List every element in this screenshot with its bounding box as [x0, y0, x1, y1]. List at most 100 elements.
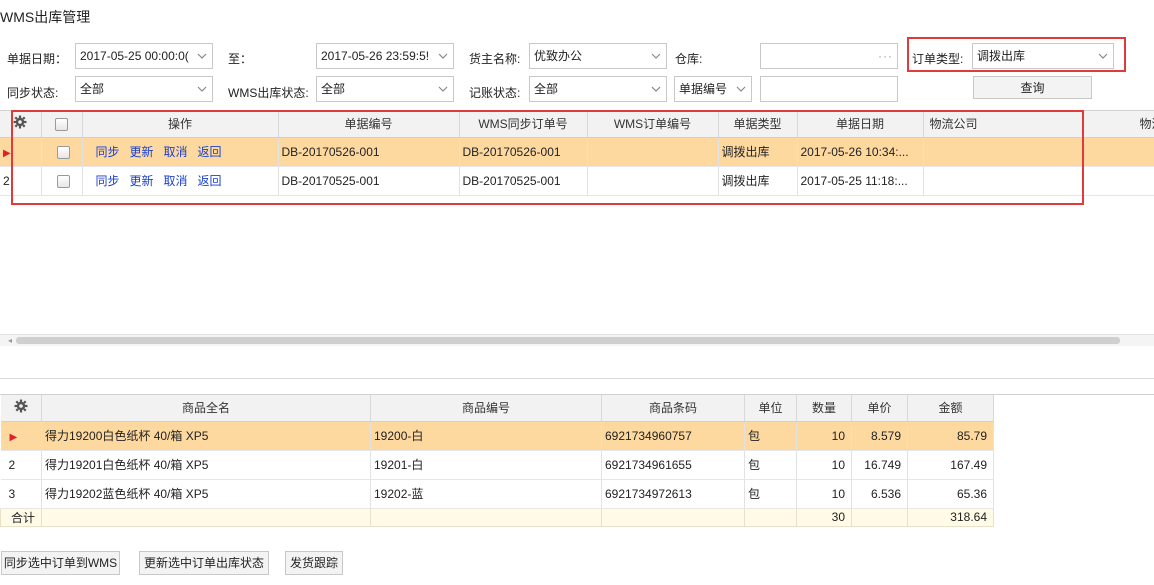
- sync-status-label: 同步状态:: [7, 86, 59, 100]
- row-checkbox-cell[interactable]: [41, 166, 83, 196]
- order-type-value: 调拨出库: [977, 49, 1026, 63]
- panel-divider[interactable]: [0, 378, 1154, 379]
- row-number-cell: 2: [0, 450, 42, 480]
- price-cell: 8.579: [851, 421, 908, 451]
- row-number-cell: 2: [0, 166, 42, 196]
- col-header-wms-order-no[interactable]: WMS订单编号: [587, 111, 719, 138]
- warehouse-field[interactable]: ···: [760, 43, 898, 69]
- doc-type-cell: 调拨出库: [718, 166, 798, 196]
- col-header-doc-date[interactable]: 单据日期: [797, 111, 924, 138]
- chevron-down-icon[interactable]: [1097, 50, 1109, 62]
- col-header-wms-sync-no[interactable]: WMS同步订单号: [459, 111, 588, 138]
- chevron-down-icon[interactable]: [650, 50, 662, 62]
- warehouse-label: 仓库:: [675, 52, 703, 66]
- chevron-down-icon[interactable]: [437, 83, 449, 95]
- col-header-code[interactable]: 商品编号: [370, 395, 602, 422]
- logistics-cell: [923, 166, 1083, 196]
- amount-cell: 167.49: [907, 450, 994, 480]
- shipment-tracking-button[interactable]: 发货跟踪: [285, 551, 343, 575]
- search-input[interactable]: [760, 76, 898, 102]
- scroll-left-icon[interactable]: ◂: [8, 336, 12, 346]
- col-header-logistics[interactable]: 物流公司: [923, 111, 1083, 138]
- col-header-amount[interactable]: 金额: [907, 395, 994, 422]
- return-link[interactable]: 返回: [198, 145, 222, 159]
- sync-selected-to-wms-button[interactable]: 同步选中订单到WMS: [1, 551, 120, 575]
- ellipsis-icon[interactable]: ···: [878, 44, 893, 68]
- select-all-checkbox[interactable]: [55, 117, 68, 131]
- table-row[interactable]: 3 得力19202蓝色纸杯 40/箱 XP5 19202-蓝 692173497…: [0, 479, 994, 509]
- col-header-tracking[interactable]: 物流单-: [1082, 111, 1154, 138]
- unit-cell: 包: [744, 450, 797, 480]
- col-header-qty[interactable]: 数量: [796, 395, 852, 422]
- page-title: WMS出库管理: [0, 9, 91, 25]
- chevron-down-icon[interactable]: [650, 83, 662, 95]
- price-cell: 6.536: [851, 479, 908, 509]
- row-pointer-icon: ▶: [3, 147, 11, 159]
- order-type-label: 订单类型:: [912, 52, 964, 66]
- col-header-doc-type[interactable]: 单据类型: [718, 111, 798, 138]
- name-cell: 得力19200白色纸杯 40/箱 XP5: [41, 421, 371, 451]
- settings-cell[interactable]: [0, 111, 42, 138]
- col-header-doc-no[interactable]: 单据编号: [278, 111, 460, 138]
- table-row[interactable]: 2 得力19201白色纸杯 40/箱 XP5 19201-白 692173496…: [0, 450, 994, 480]
- owner-select[interactable]: 优致办公: [529, 43, 667, 69]
- table-row[interactable]: ▶ 得力19200白色纸杯 40/箱 XP5 19200-白 692173496…: [0, 421, 994, 451]
- cancel-link[interactable]: 取消: [164, 174, 188, 188]
- search-field-value: 单据编号: [679, 82, 728, 96]
- row-checkbox[interactable]: [56, 145, 70, 159]
- sync-status-select[interactable]: 全部: [75, 76, 213, 102]
- cancel-link[interactable]: 取消: [164, 145, 188, 159]
- name-cell: 得力19201白色纸杯 40/箱 XP5: [41, 450, 371, 480]
- query-button[interactable]: 查询: [973, 76, 1092, 99]
- search-field-select[interactable]: 单据编号: [674, 76, 752, 102]
- table-row[interactable]: ▶ 同步 更新 取消 返回 DB-20170526-001 DB-20170526-0…: [0, 137, 1154, 167]
- date-from-field[interactable]: 2017-05-25 00:00:0(: [75, 43, 213, 69]
- logistics-cell: [923, 137, 1083, 167]
- doc-type-cell: 调拨出库: [718, 137, 798, 167]
- update-link[interactable]: 更新: [130, 145, 154, 159]
- qty-cell: 10: [796, 479, 852, 509]
- row-pointer-icon: ▶: [9, 431, 18, 443]
- col-header-unit[interactable]: 单位: [744, 395, 797, 422]
- total-label: 合计: [0, 507, 42, 527]
- code-cell: 19201-白: [370, 450, 602, 480]
- total-empty-cell: [370, 507, 602, 527]
- return-link[interactable]: 返回: [198, 174, 222, 188]
- chevron-down-icon[interactable]: [437, 50, 449, 62]
- owner-value: 优致办公: [534, 49, 583, 63]
- table-row[interactable]: 2 同步 更新 取消 返回 DB-20170525-001 DB-20170525-0…: [0, 166, 1154, 196]
- gear-icon[interactable]: [13, 115, 27, 132]
- scrollbar-thumb[interactable]: [16, 337, 1120, 344]
- amount-cell: 65.36: [907, 479, 994, 509]
- settings-cell[interactable]: [0, 395, 42, 422]
- gear-icon[interactable]: [14, 399, 28, 416]
- barcode-cell: 6921734972613: [601, 479, 745, 509]
- sync-link[interactable]: 同步: [96, 174, 120, 188]
- date-to-label: 至：: [228, 52, 253, 66]
- col-header-price[interactable]: 单价: [851, 395, 908, 422]
- account-status-select[interactable]: 全部: [529, 76, 667, 102]
- date-from-value: 2017-05-25 00:00:0(: [80, 49, 189, 63]
- chevron-down-icon[interactable]: [735, 83, 747, 95]
- order-type-select[interactable]: 调拨出库: [972, 43, 1114, 69]
- chevron-down-icon[interactable]: [196, 50, 208, 62]
- wms-order-no-cell: [587, 137, 719, 167]
- select-all-cell[interactable]: [41, 111, 83, 138]
- tracking-cell: [1082, 137, 1154, 167]
- col-header-name[interactable]: 商品全名: [41, 395, 371, 422]
- row-checkbox-cell[interactable]: [41, 137, 83, 167]
- col-header-actions[interactable]: 操作: [82, 111, 279, 138]
- row-checkbox[interactable]: [56, 174, 70, 188]
- tracking-cell: [1082, 166, 1154, 196]
- total-amount: 318.64: [907, 507, 994, 527]
- wms-status-select[interactable]: 全部: [316, 76, 454, 102]
- col-header-barcode[interactable]: 商品条码: [601, 395, 745, 422]
- orders-horizontal-scrollbar[interactable]: ◂: [0, 334, 1154, 346]
- total-empty-cell: [744, 507, 797, 527]
- orders-grid: 操作 单据编号 WMS同步订单号 WMS订单编号 单据类型 单据日期 物流公司 …: [0, 110, 1154, 346]
- update-outbound-status-button[interactable]: 更新选中订单出库状态: [139, 551, 269, 575]
- date-to-field[interactable]: 2017-05-26 23:59:5!: [316, 43, 454, 69]
- chevron-down-icon[interactable]: [196, 83, 208, 95]
- sync-link[interactable]: 同步: [96, 145, 120, 159]
- update-link[interactable]: 更新: [130, 174, 154, 188]
